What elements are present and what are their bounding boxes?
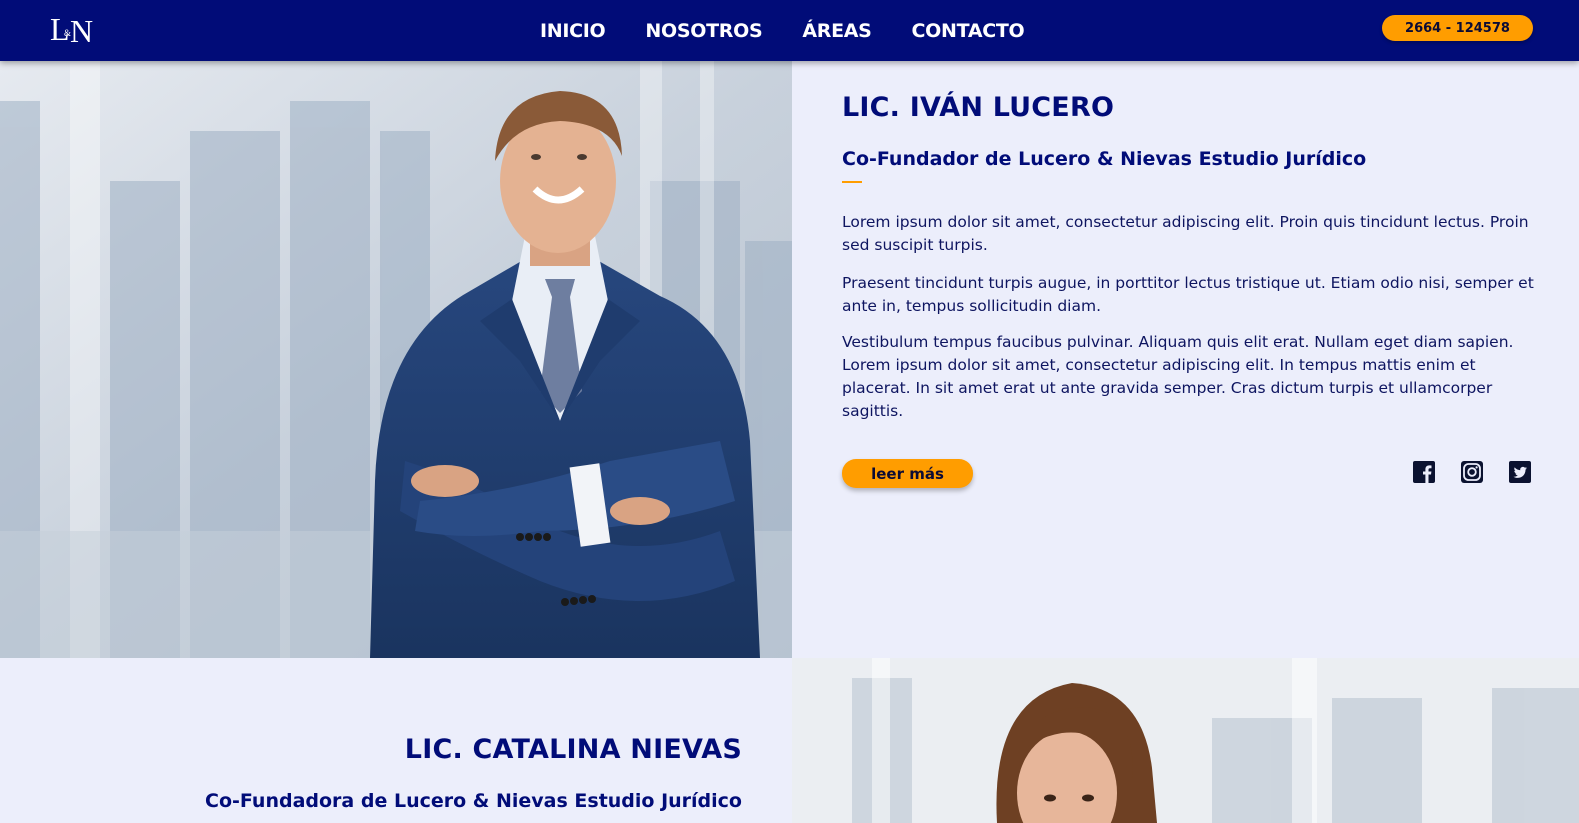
site-logo[interactable]: L & N <box>50 11 102 49</box>
nav-contacto[interactable]: CONTACTO <box>912 20 1025 42</box>
profile-section-catalina: LIC. CATALINA NIEVAS Co-Fundadora de Luc… <box>0 658 792 823</box>
nav-areas[interactable]: ÁREAS <box>802 20 872 42</box>
site-header: L & N INICIO NOSOTROS ÁREAS CONTACTO 266… <box>0 0 1579 61</box>
profile-role: Co-Fundador de Lucero & Nievas Estudio J… <box>842 148 1367 170</box>
bio-paragraph-1: Lorem ipsum dolor sit amet, consectetur … <box>842 213 1529 254</box>
profile-name: LIC. IVÁN LUCERO <box>842 92 1115 123</box>
title-underline <box>842 181 862 183</box>
main-nav: INICIO NOSOTROS ÁREAS CONTACTO <box>540 0 1064 61</box>
bio-paragraph-2: Praesent tincidunt turpis augue, in port… <box>842 274 1534 315</box>
profile-name-2: LIC. CATALINA NIEVAS <box>404 734 742 765</box>
read-more-button[interactable]: leer más <box>842 459 973 488</box>
facebook-icon[interactable] <box>1412 460 1436 484</box>
profile-photo-ivan <box>0 61 792 658</box>
profile-section-ivan: LIC. IVÁN LUCERO Co-Fundador de Lucero &… <box>792 61 1579 658</box>
nav-inicio[interactable]: INICIO <box>540 20 606 42</box>
nav-nosotros[interactable]: NOSOTROS <box>645 20 762 42</box>
profile-role-2: Co-Fundadora de Lucero & Nievas Estudio … <box>205 790 742 812</box>
twitter-icon[interactable] <box>1508 460 1532 484</box>
svg-text:N: N <box>70 13 93 46</box>
profile-photo-catalina <box>792 658 1579 823</box>
phone-button[interactable]: 2664 - 124578 <box>1382 15 1533 41</box>
bio-paragraph-3: Vestibulum tempus faucibus pulvinar. Ali… <box>842 333 1514 420</box>
instagram-icon[interactable] <box>1460 460 1484 484</box>
